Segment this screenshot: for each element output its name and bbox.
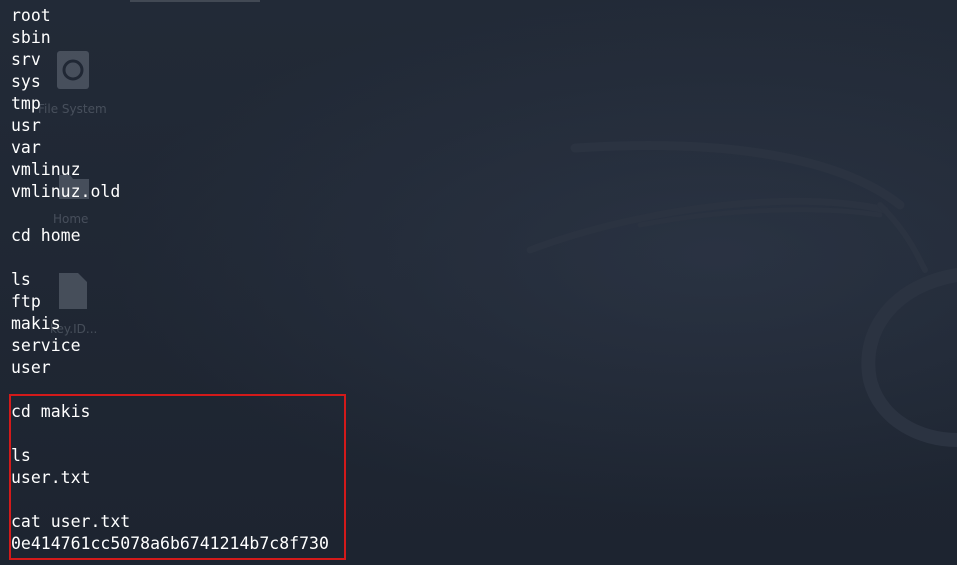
terminal-line: tmp [11, 94, 41, 113]
terminal-line: vmlinuz.old [11, 182, 121, 201]
terminal-command: cd home [11, 226, 81, 245]
terminal-line: user [11, 358, 51, 377]
terminal-command: ls [11, 270, 31, 289]
terminal-line: srv [11, 50, 41, 69]
terminal-line: root [11, 6, 51, 25]
terminal-line: usr [11, 116, 41, 135]
window-titlebar-remnant [130, 0, 260, 2]
terminal-line: ftp [11, 292, 41, 311]
terminal-line: service [11, 336, 81, 355]
terminal-line: var [11, 138, 41, 157]
terminal-line: sbin [11, 28, 51, 47]
terminal-line: makis [11, 314, 61, 333]
terminal-line: sys [11, 72, 41, 91]
highlight-annotation-box [9, 394, 346, 560]
terminal-line: vmlinuz [11, 160, 81, 179]
